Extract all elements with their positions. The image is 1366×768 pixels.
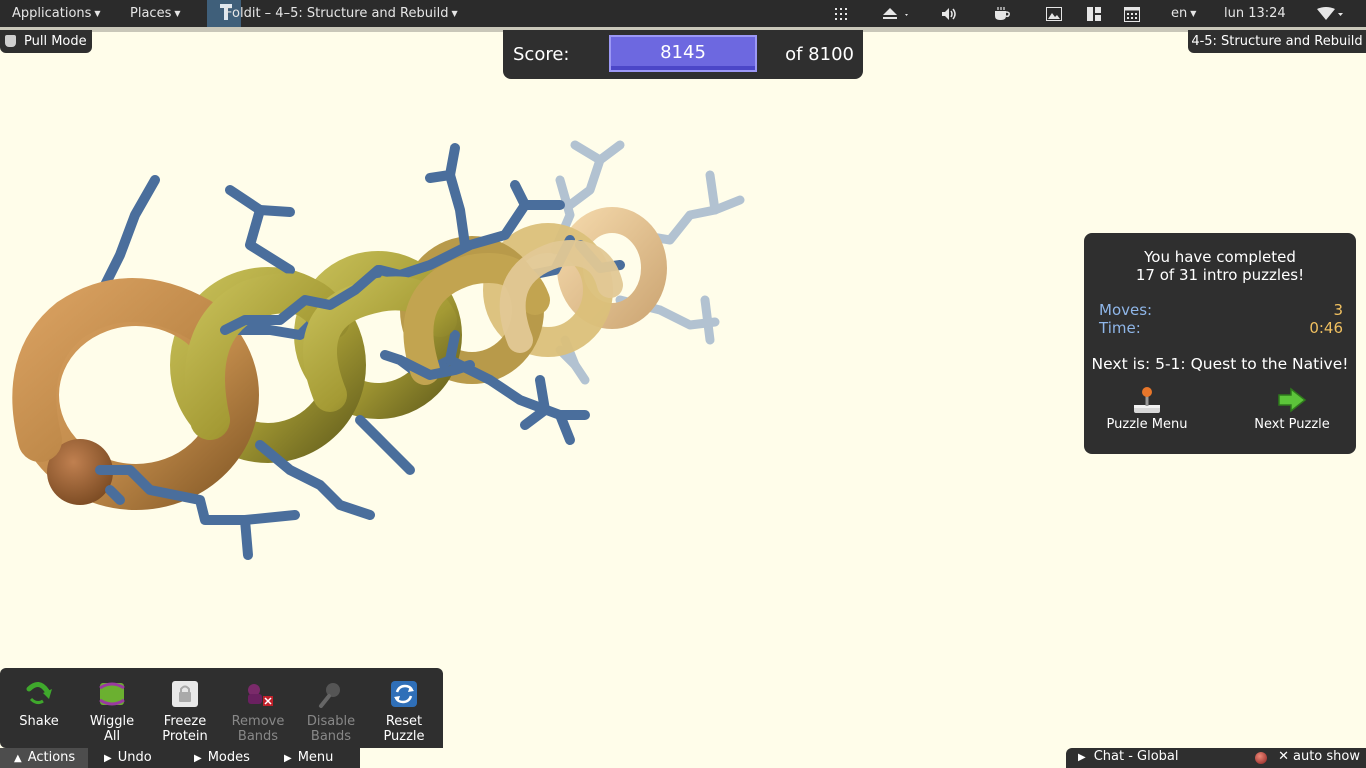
- joystick-icon: [1092, 383, 1202, 417]
- puzzle-title-label: 4-5: Structure and Rebuild: [1191, 34, 1363, 49]
- close-icon: ✕: [1278, 749, 1289, 764]
- remove-bands-icon: [224, 674, 292, 714]
- time-row: Time: 0:46: [1099, 319, 1343, 337]
- completion-line-2: 17 of 31 intro puzzles!: [1135, 266, 1305, 284]
- lock-icon: [151, 674, 219, 714]
- reset-label: Reset: [385, 714, 423, 729]
- chat-label: Chat - Global: [1093, 749, 1179, 764]
- chat-bar[interactable]: ▶ Chat - Global ✕ auto show: [1066, 748, 1366, 768]
- wiggle-icon: [78, 674, 146, 714]
- reset-label-2: Puzzle: [383, 729, 425, 744]
- remove-bands-label-2: Bands: [237, 729, 279, 744]
- disable-bands-icon: [297, 674, 365, 714]
- score-target: of 8100: [785, 44, 854, 65]
- score-panel: Score: 8145 of 8100: [503, 30, 863, 79]
- moves-value: 3: [1333, 301, 1343, 319]
- puzzle-menu-button[interactable]: Puzzle Menu: [1092, 383, 1202, 432]
- next-puzzle-label: Next Puzzle: [1254, 417, 1330, 432]
- window-title: Foldit – 4–5: Structure and Rebuild: [225, 6, 449, 21]
- protein-viewport[interactable]: [0, 80, 800, 580]
- clock[interactable]: lun 13:24: [1224, 0, 1286, 27]
- tab-menu-label: Menu: [297, 750, 334, 765]
- window-title-menu[interactable]: Foldit – 4–5: Structure and Rebuild ▼: [225, 0, 458, 27]
- bottom-tabs: ▲ Actions ▶ Undo ▶ Modes ▶ Menu: [0, 748, 360, 768]
- reset-puzzle-button[interactable]: Reset Puzzle: [370, 674, 438, 744]
- wiggle-label-2: All: [103, 729, 121, 744]
- moves-label: Moves:: [1099, 301, 1153, 319]
- wiggle-all-button[interactable]: Wiggle All: [78, 674, 146, 744]
- tab-modes-label: Modes: [207, 750, 250, 765]
- language-menu[interactable]: en ▼: [1171, 0, 1196, 27]
- tab-undo-label: Undo: [117, 750, 152, 765]
- tab-actions-label: Actions: [27, 750, 76, 765]
- puzzle-title: 4-5: Structure and Rebuild: [1188, 30, 1366, 53]
- apps-grid-icon[interactable]: [831, 4, 851, 24]
- refresh-icon: [370, 674, 438, 714]
- wiggle-label: Wiggle: [89, 714, 135, 729]
- remove-bands-button[interactable]: Remove Bands: [224, 674, 292, 744]
- disable-bands-label-2: Bands: [310, 729, 352, 744]
- puzzle-complete-panel: You have completed 17 of 31 intro puzzle…: [1084, 233, 1356, 454]
- calendar-icon[interactable]: [1122, 4, 1142, 24]
- shake-label: Shake: [19, 714, 59, 729]
- completion-line-1: You have completed: [1144, 248, 1296, 266]
- clock-label: lun 13:24: [1224, 6, 1286, 21]
- moves-row: Moves: 3: [1099, 301, 1343, 319]
- wifi-icon[interactable]: [1316, 4, 1346, 24]
- top-bar: Applications ▼ Places ▼ Foldit – 4–5: Stru…: [0, 0, 1366, 27]
- tab-undo[interactable]: ▶ Undo: [104, 748, 152, 768]
- auto-show-toggle[interactable]: ✕ auto show: [1278, 749, 1360, 764]
- shake-button[interactable]: Shake: [5, 674, 73, 729]
- shake-icon: [5, 674, 73, 714]
- eject-icon[interactable]: [878, 4, 912, 24]
- places-label: Places: [130, 6, 172, 21]
- layout-icon[interactable]: [1084, 4, 1104, 24]
- language-label: en: [1171, 6, 1188, 21]
- volume-icon[interactable]: [940, 4, 960, 24]
- applications-menu[interactable]: Applications ▼: [12, 0, 101, 27]
- coffee-icon[interactable]: [992, 4, 1012, 24]
- pull-mode-indicator[interactable]: Pull Mode: [0, 30, 92, 53]
- chat-toggle[interactable]: ▶ Chat - Global: [1078, 749, 1179, 764]
- freeze-label: Freeze: [163, 714, 207, 729]
- freeze-label-2: Protein: [162, 729, 208, 744]
- tab-menu[interactable]: ▶ Menu: [284, 748, 333, 768]
- freeze-protein-button[interactable]: Freeze Protein: [151, 674, 219, 744]
- hand-icon: [5, 35, 16, 47]
- score-value: 8145: [609, 35, 757, 72]
- tab-actions[interactable]: ▲ Actions: [0, 748, 88, 768]
- time-value: 0:46: [1309, 319, 1343, 337]
- score-label: Score:: [513, 44, 570, 65]
- auto-show-label: auto show: [1293, 749, 1360, 764]
- disable-bands-label: Disable: [306, 714, 356, 729]
- arrow-right-icon: [1237, 383, 1347, 417]
- time-label: Time:: [1099, 319, 1141, 337]
- places-menu[interactable]: Places ▼: [130, 0, 181, 27]
- disable-bands-button[interactable]: Disable Bands: [297, 674, 365, 744]
- next-puzzle-text: Next is: 5-1: Quest to the Native!: [1091, 355, 1349, 373]
- pull-mode-label: Pull Mode: [24, 34, 87, 49]
- actions-toolbar: Shake Wiggle All Freeze Protein Remove B…: [0, 668, 443, 748]
- remove-bands-label: Remove: [231, 714, 285, 729]
- puzzle-menu-label: Puzzle Menu: [1106, 417, 1188, 432]
- chat-status-icon: [1255, 752, 1267, 764]
- image-icon[interactable]: [1044, 4, 1064, 24]
- tab-modes[interactable]: ▶ Modes: [194, 748, 250, 768]
- applications-label: Applications: [12, 6, 92, 21]
- next-puzzle-button[interactable]: Next Puzzle: [1237, 383, 1347, 432]
- completion-message: You have completed 17 of 31 intro puzzle…: [1084, 248, 1356, 284]
